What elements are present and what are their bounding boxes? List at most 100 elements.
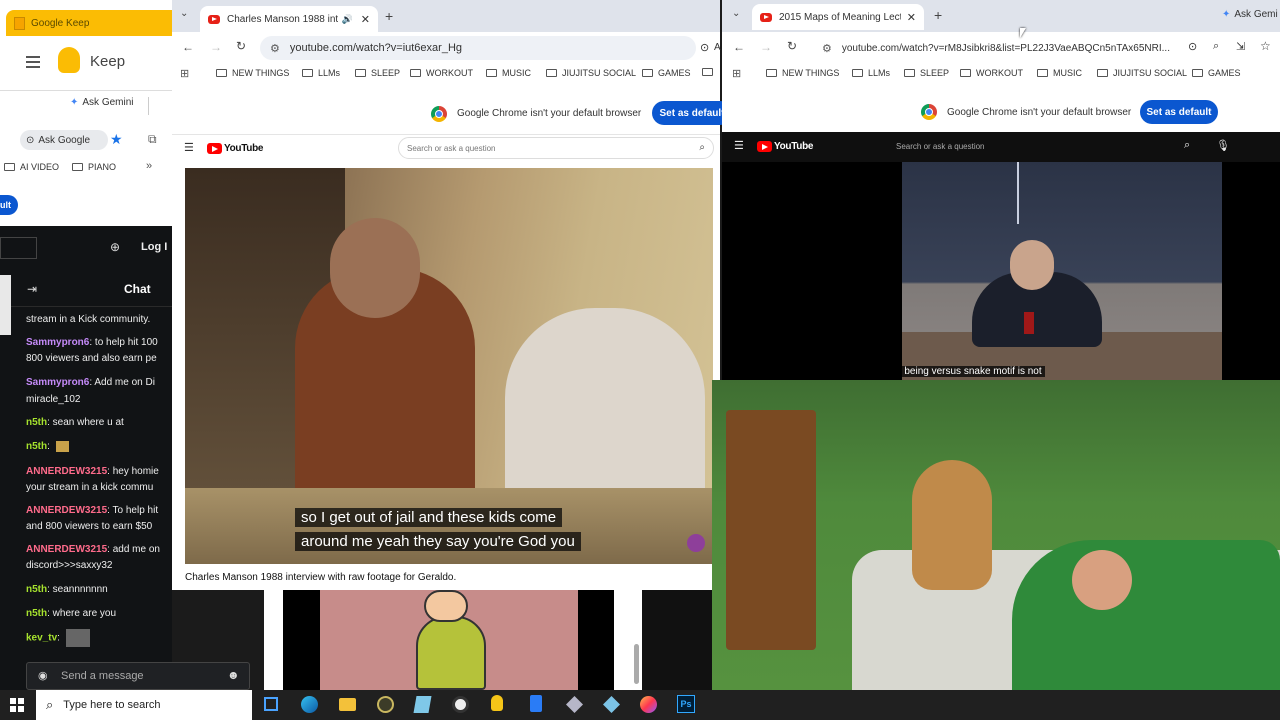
- edge-icon[interactable]: [301, 696, 318, 713]
- tab-close-icon[interactable]: ✕: [361, 13, 370, 26]
- new-tab-icon[interactable]: +: [934, 7, 942, 23]
- keep-ask-google[interactable]: ⊙ Ask Google: [20, 130, 108, 150]
- firefox-icon[interactable]: [640, 696, 657, 713]
- reload-icon[interactable]: ↻: [236, 39, 246, 53]
- collapse-chat-icon[interactable]: ⇥: [27, 282, 37, 296]
- chat-username[interactable]: ANNERDEW3215: [26, 505, 107, 516]
- lens-icon[interactable]: ⊙: [700, 41, 709, 54]
- back-icon[interactable]: ←: [182, 40, 194, 54]
- keep-bookmark-1[interactable]: PIANO: [72, 162, 116, 172]
- new-tab-icon[interactable]: +: [385, 8, 393, 24]
- globe-icon[interactable]: ⊕: [110, 240, 120, 254]
- bookmark-games[interactable]: GAMES: [642, 68, 691, 78]
- left-url-bar[interactable]: ⚙ youtube.com/watch?v=iut6exar_Hg: [260, 36, 696, 60]
- emoji-icon[interactable]: ☻: [227, 668, 240, 682]
- chat-send-box[interactable]: ◉ Send a message ☻: [26, 662, 250, 690]
- chat-username[interactable]: Sammypron6: [26, 337, 89, 348]
- forward-icon[interactable]: →: [210, 40, 222, 54]
- right-tab-active[interactable]: 2015 Maps of Meaning Lecture ✕: [752, 4, 924, 30]
- youtube-logo[interactable]: YouTube: [757, 141, 814, 152]
- keep-tab[interactable]: Google Keep: [6, 10, 172, 36]
- chat-username[interactable]: ANNERDEW3215: [26, 544, 107, 555]
- speaker-icon[interactable]: 🔊: [342, 14, 353, 25]
- apps-grid-icon[interactable]: ⊞: [732, 67, 741, 80]
- notes-app-icon[interactable]: [413, 696, 432, 713]
- bookmark-jiujitsu-social[interactable]: JIUJITSU SOCIAL: [1097, 68, 1187, 78]
- bookmark-music[interactable]: MUSIC: [1037, 68, 1082, 78]
- star-icon[interactable]: ★: [110, 131, 123, 148]
- app-gear-icon[interactable]: [377, 696, 394, 713]
- left-set-default-button[interactable]: Set as default: [652, 101, 732, 125]
- search-icon[interactable]: ⌕: [1184, 139, 1190, 152]
- chat-username[interactable]: Sammypron6: [26, 377, 89, 388]
- youtube-logo[interactable]: YouTube: [207, 143, 264, 154]
- chat-username[interactable]: n5th: [26, 441, 47, 452]
- send-message-input[interactable]: Send a message: [61, 670, 144, 682]
- menu-icon[interactable]: [26, 56, 40, 68]
- bookmark-workout[interactable]: WORKOUT: [410, 68, 473, 78]
- zoom-icon[interactable]: ⌕: [1213, 40, 1219, 53]
- right-set-default-button[interactable]: Set as default: [1140, 100, 1218, 124]
- photoshop-icon[interactable]: Ps: [677, 695, 695, 713]
- keep-bookmark-0[interactable]: AI VIDEO: [4, 162, 59, 172]
- bookmark-new-things[interactable]: NEW THINGS: [216, 68, 289, 78]
- site-info-icon[interactable]: ⚙: [270, 42, 280, 55]
- extension-icon[interactable]: ⧉: [148, 132, 157, 147]
- chat-input-box[interactable]: [0, 237, 37, 259]
- bookmark-llms[interactable]: LLMs: [852, 68, 890, 78]
- taskbar-search-input[interactable]: Type here to search: [63, 699, 160, 711]
- left-tab-active[interactable]: Charles Manson 1988 inter 🔊 ✕: [200, 6, 378, 32]
- left-yt-search-input[interactable]: Search or ask a question ⌕: [398, 137, 714, 159]
- yt-menu-icon[interactable]: ☰: [734, 139, 744, 152]
- left-video-player[interactable]: so I get out of jail and these kids come…: [185, 168, 713, 564]
- search-icon[interactable]: ⌕: [699, 142, 705, 153]
- windows-start-icon[interactable]: [10, 698, 24, 712]
- login-button[interactable]: Log I: [141, 241, 167, 253]
- chevron-right-icon[interactable]: »: [146, 160, 152, 172]
- right-ask-gemini[interactable]: ✦ Ask Gemi: [1222, 9, 1278, 20]
- microphone-icon[interactable]: 🎙: [1216, 139, 1230, 152]
- apps-grid-icon[interactable]: ⊞: [180, 67, 189, 80]
- chat-username[interactable]: kev_tv: [26, 633, 57, 644]
- bookmark-jiujitsu-social[interactable]: JIUJITSU SOCIAL: [546, 68, 636, 78]
- right-yt-search-input[interactable]: Search or ask a question: [896, 142, 985, 151]
- tab-list-dropdown-icon[interactable]: ⌄: [180, 8, 188, 19]
- bookmark-overflow[interactable]: [702, 68, 718, 76]
- left-video-title[interactable]: Charles Manson 1988 interview with raw f…: [185, 572, 456, 583]
- cartoon-frame[interactable]: [283, 590, 614, 690]
- taskbar-search-box[interactable]: ⌕ Type here to search: [36, 690, 252, 720]
- chat-username[interactable]: n5th: [26, 608, 47, 619]
- bookmark-star-icon[interactable]: ☆: [1260, 39, 1271, 53]
- chat-username[interactable]: n5th: [26, 417, 47, 428]
- chat-username[interactable]: ANNERDEW3215: [26, 466, 107, 477]
- obs-icon[interactable]: [452, 696, 469, 713]
- network-app-icon[interactable]: [603, 696, 620, 713]
- task-view-icon[interactable]: [264, 697, 278, 711]
- tab-list-dropdown-icon[interactable]: ⌄: [732, 8, 740, 19]
- forward-icon[interactable]: →: [760, 40, 772, 54]
- puzzle-app-icon[interactable]: [566, 696, 583, 713]
- scrollbar-thumb[interactable]: [634, 644, 639, 684]
- file-explorer-icon[interactable]: [339, 698, 356, 711]
- bookmark-llms[interactable]: LLMs: [302, 68, 340, 78]
- ask-partial[interactable]: A: [714, 42, 721, 53]
- yt-menu-icon[interactable]: ☰: [184, 141, 194, 154]
- bookmark-games[interactable]: GAMES: [1192, 68, 1241, 78]
- install-icon[interactable]: ⇲: [1236, 40, 1245, 53]
- chat-username[interactable]: n5th: [26, 584, 47, 595]
- docs-icon[interactable]: [530, 695, 542, 712]
- bookmark-sleep[interactable]: SLEEP: [904, 68, 949, 78]
- reload-icon[interactable]: ↻: [787, 39, 797, 53]
- back-icon[interactable]: ←: [733, 40, 745, 54]
- bulb-icon[interactable]: [491, 695, 503, 711]
- set-default-partial-button[interactable]: ult: [0, 195, 18, 215]
- bookmark-new-things[interactable]: NEW THINGS: [766, 68, 839, 78]
- keep-ask-gemini[interactable]: ✦ Ask Gemini: [70, 97, 134, 108]
- bookmark-music[interactable]: MUSIC: [486, 68, 531, 78]
- tab-close-icon[interactable]: ✕: [907, 11, 916, 24]
- bookmark-sleep[interactable]: SLEEP: [355, 68, 400, 78]
- lecture-video-player[interactable]: human being versus snake motif is not: [902, 162, 1222, 380]
- bookmark-workout[interactable]: WORKOUT: [960, 68, 1023, 78]
- lens-icon[interactable]: ⊙: [1188, 40, 1197, 53]
- right-url-bar[interactable]: ⚙ youtube.com/watch?v=rM8Jsibkri8&list=P…: [812, 36, 1184, 60]
